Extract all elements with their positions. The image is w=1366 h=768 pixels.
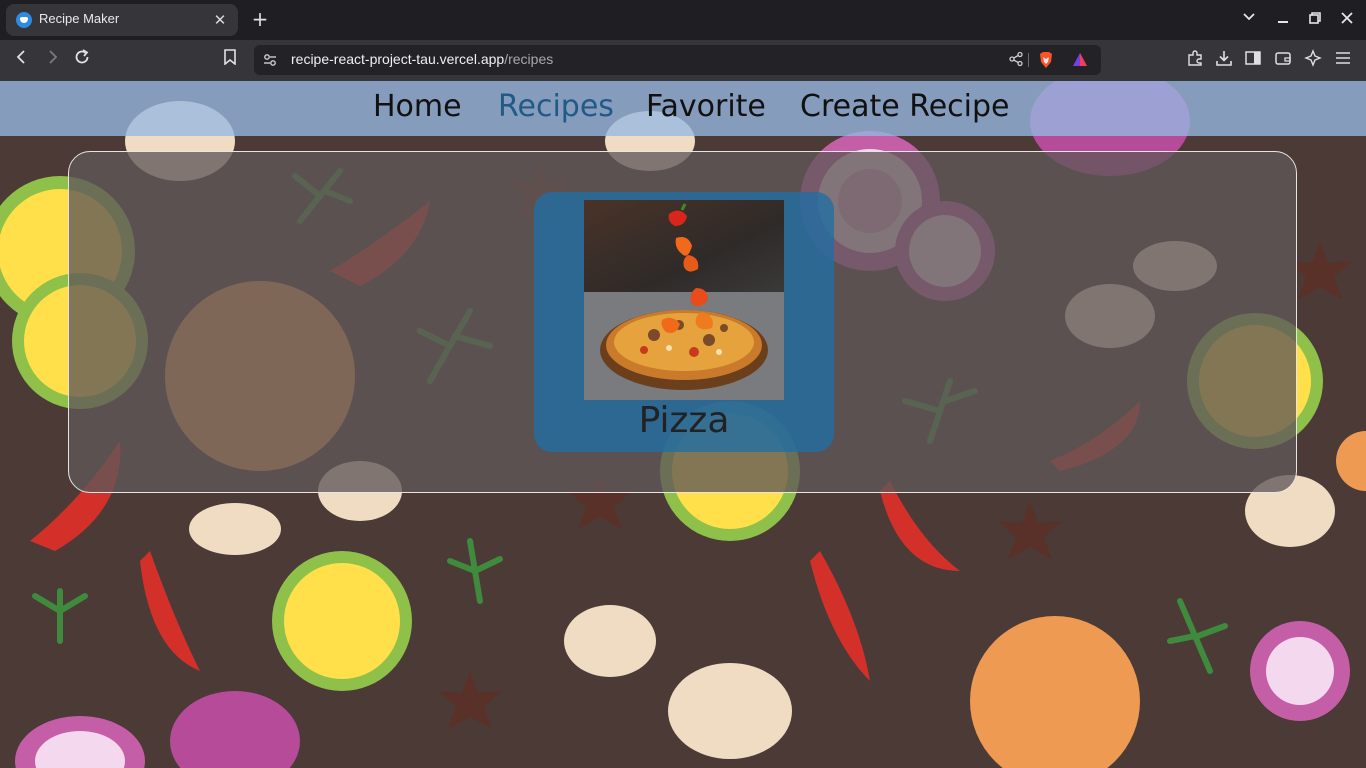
recipe-card[interactable]: Pizza — [534, 192, 834, 452]
forward-arrow-icon[interactable] — [40, 48, 64, 72]
tab-search-chevron-icon[interactable] — [1237, 8, 1261, 32]
url-host: recipe-react-project-tau.vercel.app — [291, 51, 505, 67]
site-nav: Home Recipes Favorite Create Recipe — [0, 81, 1366, 136]
hamburger-menu-icon[interactable] — [1332, 49, 1354, 71]
address-bar[interactable]: recipe-react-project-tau.vercel.app/reci… — [254, 45, 1101, 75]
url-divider — [1028, 53, 1029, 67]
bookmark-icon[interactable] — [218, 48, 242, 72]
page-viewport: Home Recipes Favorite Create Recipe Pizz… — [0, 81, 1366, 768]
nav-link-favorite[interactable]: Favorite — [646, 89, 766, 124]
browser-tab[interactable]: Recipe Maker ✕ — [6, 4, 238, 36]
browser-toolbar: recipe-react-project-tau.vercel.app/reci… — [0, 40, 1366, 81]
nav-link-home[interactable]: Home — [373, 89, 462, 124]
site-settings-icon[interactable] — [262, 52, 278, 68]
leo-ai-icon[interactable] — [1302, 49, 1324, 71]
tab-strip: Recipe Maker ✕ + — [0, 0, 1366, 40]
restore-button[interactable] — [1303, 8, 1327, 32]
recipes-panel: Pizza — [68, 151, 1297, 493]
url-path: /recipes — [504, 51, 554, 67]
pizza-photo[interactable] — [584, 200, 784, 400]
reload-icon[interactable] — [70, 48, 94, 72]
site-favicon-icon — [16, 12, 32, 28]
tab-title: Recipe Maker — [39, 11, 120, 26]
minimize-button[interactable] — [1271, 8, 1295, 32]
url-text[interactable]: recipe-react-project-tau.vercel.app/reci… — [291, 51, 553, 67]
close-window-button[interactable] — [1335, 8, 1359, 32]
new-tab-button[interactable]: + — [248, 8, 272, 32]
wallet-icon[interactable] — [1272, 49, 1294, 71]
nav-link-create-recipe[interactable]: Create Recipe — [800, 89, 1010, 124]
close-tab-icon[interactable]: ✕ — [210, 10, 230, 30]
back-arrow-icon[interactable] — [10, 48, 34, 72]
brave-rewards-icon[interactable] — [1071, 51, 1089, 69]
sidebar-icon[interactable] — [1242, 49, 1264, 71]
nav-link-recipes[interactable]: Recipes — [498, 89, 614, 124]
brave-shields-icon[interactable] — [1037, 51, 1055, 69]
download-icon[interactable] — [1213, 49, 1235, 71]
recipe-title[interactable]: Pizza — [534, 400, 834, 441]
extensions-icon[interactable] — [1184, 49, 1206, 71]
share-icon[interactable] — [1007, 51, 1025, 69]
